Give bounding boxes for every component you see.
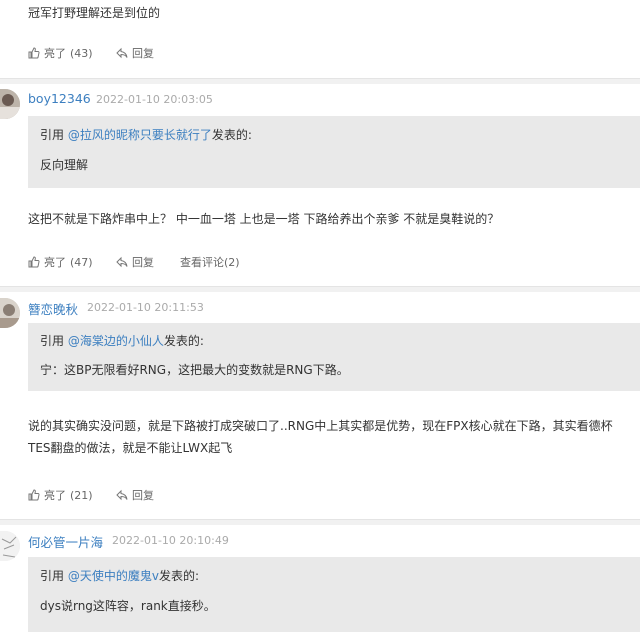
thumbs-up-icon <box>28 489 40 501</box>
quote-text: 反向理解 <box>40 158 89 172</box>
reply-label: 回复 <box>132 489 154 502</box>
reply-arrow-icon <box>116 256 128 268</box>
thumbs-up-icon <box>28 256 40 268</box>
quote-block: 引用 @海棠边的小仙人发表的: 宁：这BP无限看好RNG，这把最大的变数就是RN… <box>28 323 640 391</box>
reply-arrow-icon <box>116 47 128 59</box>
like-button[interactable]: 亮了 (47) <box>28 254 93 270</box>
reply-button[interactable]: 回复 <box>116 487 154 503</box>
like-button[interactable]: 亮了 (43) <box>28 45 93 61</box>
quote-suffix: 发表的: <box>163 334 204 348</box>
username[interactable]: boy12346 <box>28 91 91 106</box>
username[interactable]: 何必管一片海 <box>28 532 103 551</box>
comment-item: 簪恋晚秋 2022-01-10 20:11:53 引用 @海棠边的小仙人发表的:… <box>0 292 640 522</box>
avatar[interactable] <box>0 531 20 561</box>
quote-suffix: 发表的: <box>158 569 199 583</box>
like-count: (47) <box>70 255 93 269</box>
reply-arrow-icon <box>116 489 128 501</box>
like-label: 亮了 <box>44 489 66 502</box>
quote-prefix: 引用 <box>40 128 68 142</box>
comment-item: boy12346 2022-01-10 20:03:05 引用 @拉风的昵称只要… <box>0 84 640 289</box>
comment-text: 说的其实确实没问题，就是下路被打成突破口了..RNG中上其实都是优势，现在FPX… <box>28 419 613 455</box>
quote-block: 引用 @拉风的昵称只要长就行了发表的: 反向理解 <box>28 116 640 188</box>
quoted-user-link[interactable]: @海棠边的小仙人 <box>68 334 164 348</box>
reply-label: 回复 <box>132 256 154 269</box>
quote-suffix: 发表的: <box>211 128 252 142</box>
reply-label: 回复 <box>132 47 154 60</box>
avatar[interactable] <box>0 298 20 328</box>
quote-header: 引用 @拉风的昵称只要长就行了发表的: <box>40 126 252 143</box>
like-count: (21) <box>70 488 93 502</box>
avatar[interactable] <box>0 89 20 119</box>
quote-text: 宁：这BP无限看好RNG，这把最大的变数就是RNG下路。 <box>40 363 349 377</box>
username[interactable]: 簪恋晚秋 <box>28 299 78 318</box>
quote-header: 引用 @海棠边的小仙人发表的: <box>40 332 204 349</box>
thumbs-up-icon <box>28 47 40 59</box>
timestamp: 2022-01-10 20:10:49 <box>112 534 229 547</box>
quote-block: 引用 @天使中的魔鬼v发表的: dys说rng这阵容，rank直接秒。 <box>28 557 640 632</box>
quoted-user-link[interactable]: @拉风的昵称只要长就行了 <box>68 128 212 142</box>
reply-button[interactable]: 回复 <box>116 45 154 61</box>
quote-prefix: 引用 <box>40 569 68 583</box>
comment-item: 何必管一片海 2022-01-10 20:10:49 引用 @天使中的魔鬼v发表… <box>0 525 640 632</box>
view-comments-label: 查看评论(2) <box>180 256 240 269</box>
quote-prefix: 引用 <box>40 334 68 348</box>
timestamp: 2022-01-10 20:03:05 <box>96 93 213 106</box>
like-count: (43) <box>70 46 93 60</box>
quote-text: dys说rng这阵容，rank直接秒。 <box>40 599 216 613</box>
comment-text: 这把不就是下路炸串中上？ 中一血一塔 上也是一塔 下路给养出个亲爹 不就是臭鞋说… <box>28 212 500 226</box>
comment-text: 冠军打野理解还是到位的 <box>28 6 161 20</box>
timestamp: 2022-01-10 20:11:53 <box>87 301 204 314</box>
like-button[interactable]: 亮了 (21) <box>28 487 93 503</box>
quote-header: 引用 @天使中的魔鬼v发表的: <box>40 567 199 584</box>
like-label: 亮了 <box>44 256 66 269</box>
quoted-user-link[interactable]: @天使中的魔鬼v <box>68 569 159 583</box>
like-label: 亮了 <box>44 47 66 60</box>
reply-button[interactable]: 回复 <box>116 254 154 270</box>
view-comments-link[interactable]: 查看评论(2) <box>180 254 240 270</box>
